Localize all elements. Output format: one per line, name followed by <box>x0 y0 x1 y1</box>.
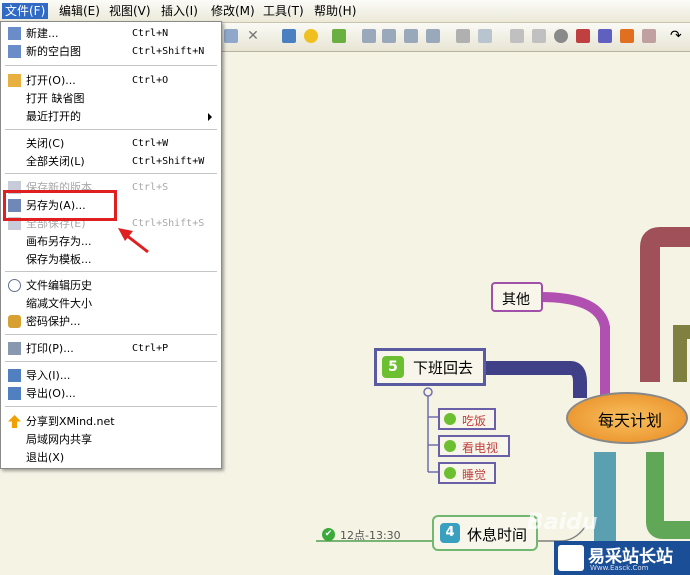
new-blank-icon <box>8 45 21 58</box>
topic-go-home[interactable]: 5 下班回去 <box>374 348 486 386</box>
callout-icon[interactable] <box>404 29 418 43</box>
menu-insert[interactable]: 插入(I) <box>158 3 201 19</box>
menu-item-print[interactable]: 打印(P)... Ctrl+P <box>1 340 221 357</box>
annotation-arrow-icon <box>118 228 149 254</box>
subtopic-sleep[interactable]: 睡觉 <box>438 462 496 484</box>
topic-other-label: 其他 <box>502 292 530 308</box>
brainstorm-icon[interactable] <box>332 29 346 43</box>
menu-separator <box>5 129 217 130</box>
subtopic-tv-label: 看电视 <box>462 441 499 455</box>
topic-other[interactable]: 其他 <box>491 282 543 312</box>
submenu-arrow-icon <box>208 113 212 121</box>
attachment-icon[interactable] <box>642 29 656 43</box>
subtopic-eat-label: 吃饭 <box>462 414 487 428</box>
paste-icon[interactable] <box>224 29 238 43</box>
menu-item-lan-share[interactable]: 局域网内共享 <box>1 431 221 448</box>
notes-icon[interactable] <box>598 29 612 43</box>
redo-icon[interactable]: ↷ <box>670 29 684 43</box>
topic-rest-time-label: 休息时间 <box>467 526 528 544</box>
task-done-icon <box>444 467 456 479</box>
menu-item-close-all[interactable]: 全部关闭(L) Ctrl+Shift+W <box>1 153 221 170</box>
menu-separator <box>5 173 217 174</box>
delete-icon[interactable]: ✕ <box>246 29 260 43</box>
menu-item-new-blank[interactable]: 新的空白图 Ctrl+Shift+N <box>1 43 221 60</box>
printer-icon <box>8 342 21 355</box>
menu-item-open-default[interactable]: 打开 缺省图 <box>1 90 221 107</box>
annotation-highlight-box <box>3 190 117 221</box>
label-icon[interactable] <box>576 29 590 43</box>
central-topic-label: 每天计划 <box>598 411 663 430</box>
time-label: 12点-13:30 <box>340 529 401 542</box>
priority-5-icon: 5 <box>382 356 404 378</box>
new-file-icon <box>8 27 21 40</box>
export-icon <box>8 387 21 400</box>
menu-item-recent[interactable]: 最近打开的 <box>1 108 221 125</box>
subtopic-sleep-label: 睡觉 <box>462 468 487 482</box>
open-folder-icon <box>8 74 21 87</box>
menu-separator <box>5 406 217 407</box>
file-menu-dropdown: 新建... Ctrl+N 新的空白图 Ctrl+Shift+N 打开(O)...… <box>0 21 222 469</box>
topic-icon[interactable] <box>282 29 296 43</box>
summary-icon[interactable] <box>532 29 546 43</box>
menu-separator <box>5 271 217 272</box>
menu-item-new[interactable]: 新建... Ctrl+N <box>1 25 221 42</box>
menu-item-export[interactable]: 导出(O)... <box>1 385 221 402</box>
site-watermark: 易采站长站 Www.Easck.Com <box>554 541 690 575</box>
menu-item-exit[interactable]: 退出(X) <box>1 449 221 466</box>
audio-icon[interactable] <box>620 29 634 43</box>
menu-separator <box>5 334 217 335</box>
central-topic[interactable]: 每天计划 <box>566 392 688 444</box>
import-icon <box>8 369 21 382</box>
site-logo-icon <box>558 545 584 571</box>
subtopic-tv[interactable]: 看电视 <box>438 435 510 457</box>
menu-item-import[interactable]: 导入(I)... <box>1 367 221 384</box>
menu-item-close[interactable]: 关闭(C) Ctrl+W <box>1 135 221 152</box>
menu-item-history[interactable]: 文件编辑历史 <box>1 277 221 294</box>
menu-modify[interactable]: 修改(M) <box>208 3 258 19</box>
clock-icon <box>8 279 21 292</box>
topic-go-home-label: 下班回去 <box>413 359 474 377</box>
site-url: Www.Easck.Com <box>590 564 649 572</box>
priority-4-icon: 4 <box>440 523 460 543</box>
topic-rest-time[interactable]: 4 休息时间 <box>432 515 538 551</box>
subtopic-eat[interactable]: 吃饭 <box>438 408 496 430</box>
menu-tools[interactable]: 工具(T) <box>260 3 307 19</box>
floating-topic-icon[interactable] <box>382 29 396 43</box>
link-icon[interactable] <box>456 29 470 43</box>
menu-item-save-as-template[interactable]: 保存为模板... <box>1 251 221 268</box>
menu-item-save-canvas-as[interactable]: 画布另存为... <box>1 233 221 250</box>
menu-item-open[interactable]: 打开(O)... Ctrl+O <box>1 72 221 89</box>
menu-bar: 文件(F) 编辑(E) 视图(V) 插入(I) 修改(M) 工具(T) 帮助(H… <box>0 0 690 23</box>
marker-icon[interactable] <box>554 29 568 43</box>
menu-separator <box>5 65 217 66</box>
lock-icon <box>8 315 21 328</box>
share-arrow-icon <box>8 415 21 428</box>
menu-view[interactable]: 视图(V) <box>106 3 154 19</box>
menu-item-password[interactable]: 密码保护... <box>1 313 221 330</box>
menu-help[interactable]: 帮助(H) <box>311 3 359 19</box>
image-icon[interactable] <box>478 29 492 43</box>
boundary-icon[interactable] <box>510 29 524 43</box>
subtopic-icon[interactable] <box>362 29 376 43</box>
menu-edit[interactable]: 编辑(E) <box>56 3 103 19</box>
idea-icon[interactable] <box>304 29 318 43</box>
menu-item-share[interactable]: 分享到XMind.net <box>1 413 221 430</box>
relationship-icon[interactable] <box>426 29 440 43</box>
task-done-icon <box>444 413 456 425</box>
task-done-icon <box>444 440 456 452</box>
menu-item-shrink[interactable]: 缩减文件大小 <box>1 295 221 312</box>
menu-file[interactable]: 文件(F) <box>2 3 49 19</box>
checkmark-icon: ✔ <box>322 528 335 541</box>
menu-separator <box>5 361 217 362</box>
baidu-watermark: Baidu <box>527 510 598 535</box>
